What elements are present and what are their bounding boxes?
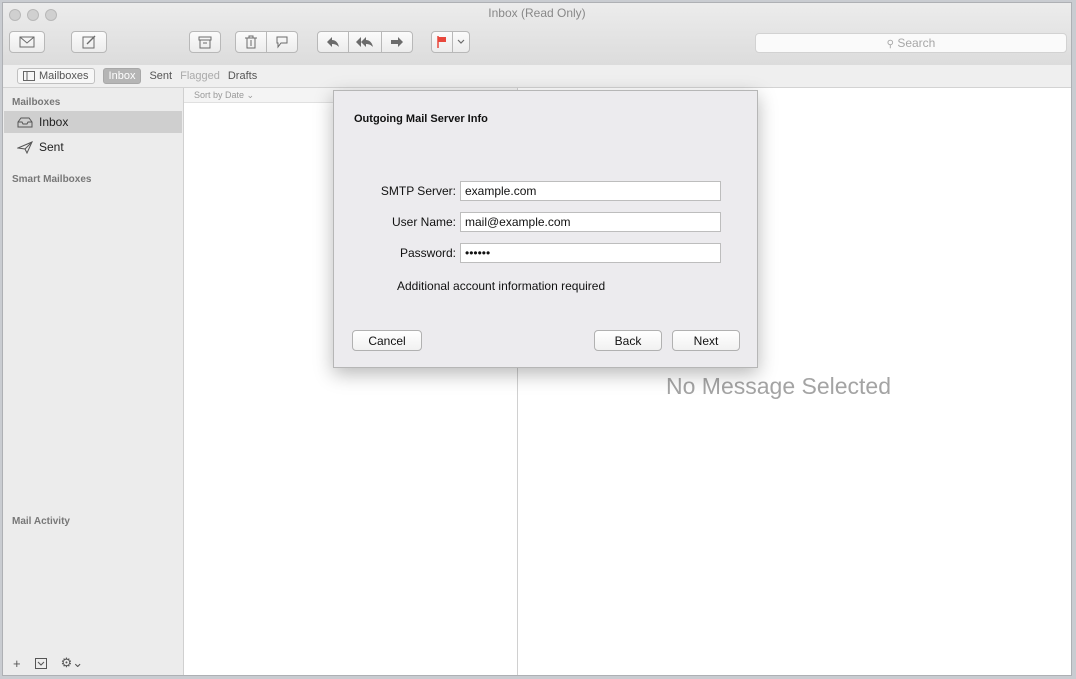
sidebar-item-inbox[interactable]: Inbox	[17, 113, 68, 131]
search-field[interactable]: ⚲ Search	[755, 33, 1067, 53]
additional-info-note: Additional account information required	[397, 279, 606, 293]
sidebar-item-sent[interactable]: Sent	[17, 138, 64, 156]
archive-icon	[198, 36, 212, 48]
sidebar-item-label: Inbox	[39, 115, 69, 129]
flag-menu-button[interactable]	[452, 31, 470, 53]
back-button[interactable]: Back	[594, 330, 662, 351]
plus-icon[interactable]: +	[13, 656, 21, 671]
sidebar-icon	[23, 71, 35, 81]
flag-button[interactable]	[431, 31, 453, 53]
favorites-bar: Mailboxes Inbox Sent Flagged Drafts	[3, 65, 1071, 88]
flag-group	[431, 31, 470, 53]
sidebar: Mailboxes Inbox Sent Smart Mailboxes Mai…	[3, 88, 184, 675]
get-mail-button[interactable]	[9, 31, 45, 53]
dialog-title: Outgoing Mail Server Info	[354, 113, 488, 125]
compose-button[interactable]	[71, 31, 107, 53]
mailboxes-header: Mailboxes	[12, 97, 61, 108]
outgoing-mail-server-dialog: Outgoing Mail Server Info SMTP Server: U…	[333, 90, 758, 368]
toolbar: Inbox (Read Only) ⚲ Search	[3, 3, 1071, 66]
smart-mailboxes-header: Smart Mailboxes	[12, 174, 92, 185]
inbox-tray-icon	[17, 117, 33, 127]
delete-junk-group	[235, 31, 298, 53]
search-icon: ⚲	[886, 39, 894, 50]
search-placeholder: Search	[897, 36, 936, 50]
favorite-drafts[interactable]: Drafts	[228, 70, 257, 82]
user-name-label: User Name:	[391, 215, 456, 229]
archive-button[interactable]	[189, 31, 221, 53]
flag-icon	[437, 36, 446, 48]
mailboxes-toggle-button[interactable]: Mailboxes	[17, 68, 95, 84]
reply-group	[317, 31, 413, 53]
user-name-field[interactable]	[460, 212, 721, 232]
password-field[interactable]	[460, 243, 721, 263]
new-note-icon	[82, 35, 96, 49]
mail-activity-header: Mail Activity	[12, 516, 70, 527]
compose-envelope-icon	[19, 36, 35, 48]
mailboxes-label: Mailboxes	[39, 70, 89, 82]
smtp-server-label: SMTP Server:	[380, 184, 456, 198]
trash-icon	[245, 35, 257, 49]
mail-window: Inbox (Read Only) ⚲ Search Mailboxes Inb…	[2, 2, 1072, 676]
reply-button[interactable]	[317, 31, 349, 53]
smtp-server-field[interactable]	[460, 181, 721, 201]
favorite-sent[interactable]: Sent	[149, 70, 172, 82]
window-title: Inbox (Read Only)	[488, 6, 586, 20]
reply-icon	[327, 37, 339, 47]
chevron-down-icon	[457, 39, 465, 44]
password-label: Password:	[399, 246, 456, 260]
junk-icon	[276, 36, 288, 49]
cancel-button[interactable]: Cancel	[352, 330, 422, 351]
delete-button[interactable]	[235, 31, 267, 53]
junk-button[interactable]	[266, 31, 298, 53]
gear-icon[interactable]: ⚙⌄	[61, 655, 84, 671]
sidebar-footer: + ⚙⌄	[13, 655, 83, 671]
favorite-flagged[interactable]: Flagged	[180, 70, 220, 82]
mailbox-icon[interactable]	[34, 657, 47, 669]
reply-all-icon	[356, 37, 373, 47]
next-button[interactable]: Next	[672, 330, 740, 351]
sidebar-item-label: Sent	[39, 140, 64, 154]
forward-icon	[391, 37, 403, 47]
no-message-selected-text: No Message Selected	[666, 373, 892, 399]
favorite-inbox[interactable]: Inbox	[102, 68, 142, 84]
paper-plane-icon	[17, 140, 33, 154]
forward-button[interactable]	[381, 31, 413, 53]
reply-all-button[interactable]	[348, 31, 382, 53]
